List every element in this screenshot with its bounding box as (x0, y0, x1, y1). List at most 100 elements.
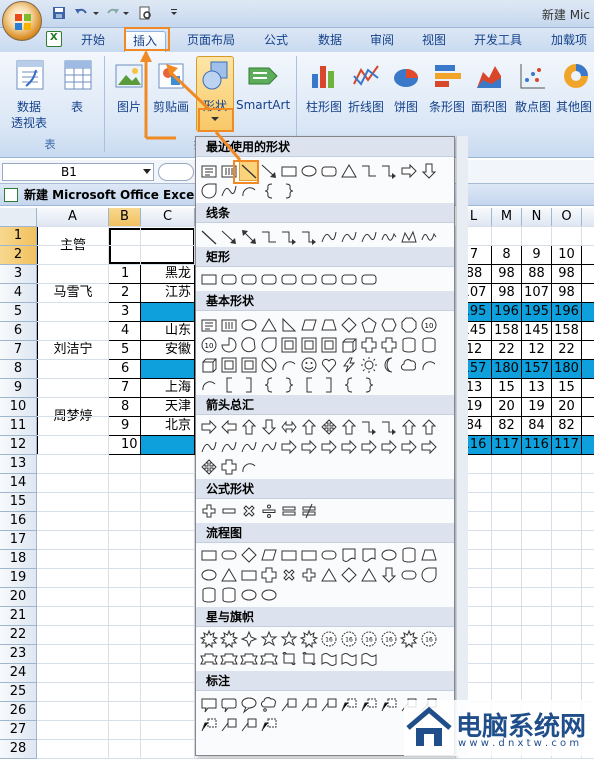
trap-shape-icon[interactable] (320, 316, 338, 334)
textbox-shape-icon[interactable] (200, 162, 218, 180)
term-shape-icon[interactable] (400, 566, 418, 584)
bolt-shape-icon[interactable] (340, 356, 358, 374)
quad-shape-icon[interactable] (200, 458, 218, 476)
burst-shape-icon[interactable] (299, 629, 319, 649)
tab-view[interactable]: 视图 (414, 31, 454, 52)
bar-chart-button[interactable]: 条形图 (426, 56, 468, 132)
cell-data[interactable]: 98 (552, 265, 582, 284)
elbowarr-shape-icon[interactable] (380, 418, 398, 436)
line-shape-icon[interactable] (200, 228, 218, 246)
rbrace-shape-icon[interactable] (360, 376, 378, 394)
callline2-shape-icon[interactable] (260, 716, 278, 734)
cross-shape-icon[interactable] (360, 336, 378, 354)
cell-b[interactable]: 3 (109, 303, 141, 322)
cell-partial[interactable] (582, 360, 594, 379)
can-shape-icon[interactable] (200, 586, 218, 604)
cell-partial[interactable] (582, 436, 594, 455)
rrect-shape-icon[interactable] (360, 270, 378, 288)
smile-shape-icon[interactable] (300, 356, 318, 374)
cell-data[interactable]: 22 (552, 341, 582, 360)
cell-data[interactable]: 158 (552, 322, 582, 341)
scatter-chart-button[interactable]: 散点图 (512, 56, 554, 132)
cell-b[interactable]: 6 (109, 360, 141, 379)
cell-data[interactable]: 82 (492, 417, 522, 436)
rrect-shape-icon[interactable] (340, 270, 358, 288)
cell-group-zhou[interactable]: 周梦婷 (37, 379, 109, 455)
star4-shape-icon[interactable] (240, 630, 258, 648)
cell-data[interactable]: 98 (492, 265, 522, 284)
column-header-o[interactable]: O (552, 208, 582, 227)
textbox-shape-icon[interactable] (200, 316, 218, 334)
rect-shape-icon[interactable] (200, 270, 218, 288)
rbrace-shape-icon[interactable] (280, 182, 298, 200)
callcloud-shape-icon[interactable] (260, 696, 278, 714)
lbrace-shape-icon[interactable] (260, 182, 278, 200)
cell-data[interactable]: 195 (522, 303, 552, 322)
rbrace-shape-icon[interactable] (280, 376, 298, 394)
arc-shape-icon[interactable] (280, 356, 298, 374)
row-header[interactable]: 12 (0, 436, 37, 455)
plus-shape-icon[interactable] (200, 502, 218, 520)
row-header[interactable]: 4 (0, 284, 37, 303)
tab-review[interactable]: 审阅 (362, 31, 402, 52)
curve-shape-icon[interactable] (260, 438, 278, 456)
doc-shape-icon[interactable] (360, 546, 378, 564)
cell-c[interactable] (141, 303, 195, 322)
quad-shape-icon[interactable] (320, 418, 338, 436)
row-header[interactable]: 13 (0, 455, 37, 474)
tri-shape-icon[interactable] (360, 566, 378, 584)
curve-shape-icon[interactable] (220, 438, 238, 456)
cell-partial[interactable] (582, 265, 594, 284)
cell-data[interactable]: 15 (492, 379, 522, 398)
tri-shape-icon[interactable] (260, 316, 278, 334)
cell-data[interactable]: 9 (522, 246, 552, 265)
arrowline-shape-icon[interactable] (260, 162, 278, 180)
rarrow-shape-icon[interactable] (400, 162, 418, 180)
row-header[interactable]: 16 (0, 512, 37, 531)
cell-data[interactable]: 98 (492, 284, 522, 303)
rarrow-shape-icon[interactable] (340, 438, 358, 456)
darr-shape-icon[interactable] (260, 418, 278, 436)
cell-c[interactable]: 安徽 (141, 341, 195, 360)
frame-shape-icon[interactable] (280, 336, 298, 354)
line-chart-button[interactable]: 折线图 (346, 56, 386, 132)
can-shape-icon[interactable] (400, 546, 418, 564)
cell-data[interactable]: 158 (492, 322, 522, 341)
callround-shape-icon[interactable] (220, 696, 238, 714)
uarrow-shape-icon[interactable] (420, 418, 438, 436)
rrect-shape-icon[interactable] (320, 270, 338, 288)
tab-addins[interactable]: 加载项 (544, 31, 594, 52)
cell-data[interactable]: 145 (522, 322, 552, 341)
seal-shape-icon[interactable]: 16 (420, 630, 438, 648)
curve-shape-icon[interactable] (360, 228, 378, 246)
cube-shape-icon[interactable] (340, 336, 358, 354)
rarrow-shape-icon[interactable] (380, 438, 398, 456)
lbrace-shape-icon[interactable] (260, 376, 278, 394)
cell-data[interactable]: 20 (492, 398, 522, 417)
cell-data[interactable]: 20 (552, 398, 582, 417)
row-header[interactable]: 20 (0, 588, 37, 607)
hex-shape-icon[interactable] (380, 316, 398, 334)
cell-group-liu[interactable]: 刘洁宁 (37, 322, 109, 379)
cross-shape-icon[interactable] (380, 336, 398, 354)
cell-partial[interactable] (582, 322, 594, 341)
cell-data[interactable]: 180 (552, 360, 582, 379)
tab-developer[interactable]: 开发工具 (466, 31, 530, 52)
cell-partial[interactable] (582, 398, 594, 417)
curve-shape-icon[interactable] (340, 228, 358, 246)
cell-data[interactable]: 107 (522, 284, 552, 303)
arc-shape-icon[interactable] (240, 458, 258, 476)
oval-shape-icon[interactable] (240, 586, 258, 604)
cell-data[interactable]: 15 (552, 379, 582, 398)
row-header[interactable]: 14 (0, 474, 37, 493)
column-header-c[interactable]: C (141, 208, 195, 227)
row-header[interactable]: 18 (0, 550, 37, 569)
cell-data[interactable]: 8 (492, 246, 522, 265)
cell-c[interactable]: 北京 (141, 417, 195, 436)
seal-shape-icon[interactable]: 16 (320, 630, 338, 648)
rbracket-shape-icon[interactable] (240, 376, 258, 394)
rarrow-shape-icon[interactable] (360, 438, 378, 456)
burst-shape-icon[interactable] (399, 629, 419, 649)
elbowarr-shape-icon[interactable] (300, 228, 318, 246)
column-header-partial[interactable] (582, 208, 594, 227)
